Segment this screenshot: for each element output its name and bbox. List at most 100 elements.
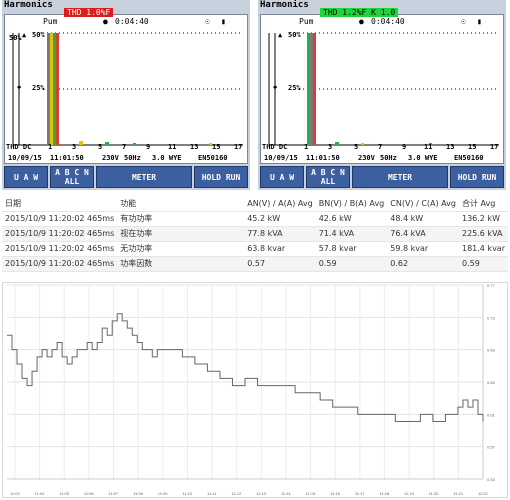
x-tick-label: 11:07: [109, 491, 119, 496]
x-tick-label: 11:15: [306, 491, 316, 496]
standard: EN50160: [198, 154, 228, 162]
table-row: 2015/10/9 11:20:02 465ms 功率因数 0.57 0.59 0.62…: [2, 256, 508, 272]
table-cell: 0.62: [387, 256, 459, 272]
softkey-phase[interactable]: A B C N ALL: [306, 166, 350, 188]
table-cell: 136.2 kW: [458, 211, 508, 227]
x-tick-label: 11:16: [330, 491, 340, 496]
table-cell: 0.59: [315, 256, 388, 272]
wiring-config: 3.0 WYE: [408, 154, 438, 162]
harmonics-panel-left: Harmonics Pum ● 0:04:40 ☉ ▮ ▲ ◆ 50% 25% …: [2, 0, 250, 190]
table-header-row: 日期 功能 AN(V) / A(A) Avg BN(V) / B(A) Avg …: [2, 196, 508, 212]
x-tick-row: THD DC 1 3 5 7 9 11 13 15 17: [262, 143, 502, 153]
measurement-table: 日期 功能 AN(V) / A(A) Avg BN(V) / B(A) Avg …: [2, 196, 508, 272]
softkey-meter[interactable]: METER: [352, 166, 448, 188]
time: 11:01:50: [50, 154, 84, 162]
svg-text:▲: ▲: [22, 31, 27, 39]
x-tick-label: 11:08: [133, 491, 143, 496]
meter-info-row: 10/09/15 11:01:50 230V 50Hz 3.0 WYE EN50…: [264, 154, 504, 164]
y-tick-label: 0.65: [487, 380, 496, 385]
panel-title-text: Harmonics: [4, 0, 53, 10]
x-tick-label: 11:09: [158, 491, 168, 496]
plug-icon: ☉: [205, 17, 210, 26]
table-cell: 0.59: [458, 256, 508, 272]
x-tick-label: 11:19: [404, 491, 414, 496]
softkey-uaw[interactable]: U A W: [260, 166, 304, 188]
y-top-label-2: 50%: [32, 31, 45, 39]
y-top-label: 50%: [288, 31, 301, 39]
y-tick-label: 0.61: [487, 412, 496, 417]
softkey-meter[interactable]: METER: [96, 166, 192, 188]
x-tick: 7: [122, 143, 127, 151]
plug-icon: ☉: [461, 17, 466, 26]
x-tick-label: 11:11: [207, 491, 217, 496]
x-tick-label: 11:14: [281, 491, 291, 496]
y-tick-label: 0.53: [487, 477, 496, 482]
x-tick-label: 11:13: [256, 491, 266, 496]
x-tick-row: THD DC 1 3 5 7 9 11 13 15 17: [6, 143, 246, 153]
status-row: Pum ● 0:04:40 ☉ ▮: [265, 15, 501, 29]
table-cell: 57.8 kvar: [315, 241, 388, 257]
bar-h1-c: [53, 33, 56, 145]
x-tick-label: 11:12: [232, 491, 242, 496]
table-cell: 0.57: [244, 256, 316, 272]
y-tick-label: 0.73: [487, 315, 496, 320]
table-cell: 45.2 kW: [244, 211, 316, 227]
table-row: 2015/10/9 11:20:02 465ms 无功功率 63.8 kvar 57.…: [2, 241, 508, 257]
y-mid-label: 25%: [288, 84, 301, 92]
x-tick: 3: [72, 143, 77, 151]
col-bn: BN(V) / B(A) Avg: [315, 196, 388, 212]
x-tick: 1: [304, 143, 309, 151]
softkey-hold-run[interactable]: HOLD RUN: [450, 166, 504, 188]
y-tick-label: 0.69: [487, 348, 496, 353]
thd-dc-label: THD DC: [262, 143, 288, 151]
battery-icon: ▮: [221, 17, 226, 26]
meter-info-row: 10/09/15 11:01:50 230V 50Hz 3.0 WYE EN50…: [8, 154, 248, 164]
table-row: 2015/10/9 11:20:02 465ms 有功功率 45.2 kW 42.6 …: [2, 211, 508, 227]
x-tick-label: 11:20: [429, 491, 439, 496]
thd-status-badge: THD 1.2%F K 1.0: [320, 8, 399, 17]
col-an: AN(V) / A(A) Avg: [244, 196, 316, 212]
time: 11:01:50: [306, 154, 340, 162]
timer-icon: ●: [359, 17, 364, 26]
table-cell: 181.4 kvar: [458, 241, 508, 257]
table-cell: 2015/10/9 11:20:02 465ms: [2, 241, 118, 257]
wiring-config: 3.0 WYE: [152, 154, 182, 162]
svg-text:◆: ◆: [273, 83, 278, 91]
y-tick-label: 0.77: [487, 283, 496, 288]
softkey-hold-run[interactable]: HOLD RUN: [194, 166, 248, 188]
y-top-label: 50%: [9, 34, 22, 42]
battery-icon: ▮: [477, 17, 482, 26]
x-tick: 17: [490, 143, 499, 151]
table-cell: 71.4 kVA: [315, 226, 388, 242]
x-tick: 7: [378, 143, 383, 151]
bar-h1-a: [47, 33, 50, 145]
x-tick: 5: [98, 143, 103, 151]
x-tick-label: 11:21: [453, 491, 463, 496]
table-cell: 无功功率: [117, 241, 245, 257]
softkey-bar: U A W A B C N ALL METER HOLD RUN: [4, 166, 248, 188]
x-tick-label: 11:04: [35, 491, 45, 496]
status-row: Pum ● 0:04:40 ☉ ▮: [9, 15, 245, 29]
x-tick: 13: [446, 143, 455, 151]
thd-dc-label: THD DC: [6, 143, 32, 151]
panel-title-text: Harmonics: [260, 0, 309, 10]
date: 10/09/15: [264, 154, 298, 162]
bar-h1-a: [307, 33, 310, 145]
col-date: 日期: [2, 196, 118, 212]
x-tick-label: 11:17: [355, 491, 365, 496]
table-cell: 功率因数: [117, 256, 245, 272]
table-row: 2015/10/9 11:20:02 465ms 视在功率 77.8 kVA 71.4…: [2, 226, 508, 242]
table-cell: 有功功率: [117, 211, 245, 227]
x-tick: 15: [468, 143, 477, 151]
x-tick-label: 11:06: [84, 491, 94, 496]
table-cell: 63.8 kvar: [244, 241, 316, 257]
x-tick-label: 11:05: [59, 491, 69, 496]
timer: 0:04:40: [115, 17, 149, 26]
softkey-uaw[interactable]: U A W: [4, 166, 48, 188]
col-cn: CN(V) / C(A) Avg: [387, 196, 459, 212]
table-cell: 76.4 kVA: [387, 226, 459, 242]
bar-h1-n: [56, 33, 59, 145]
date: 10/09/15: [8, 154, 42, 162]
x-tick: 1: [48, 143, 53, 151]
softkey-phase[interactable]: A B C N ALL: [50, 166, 94, 188]
